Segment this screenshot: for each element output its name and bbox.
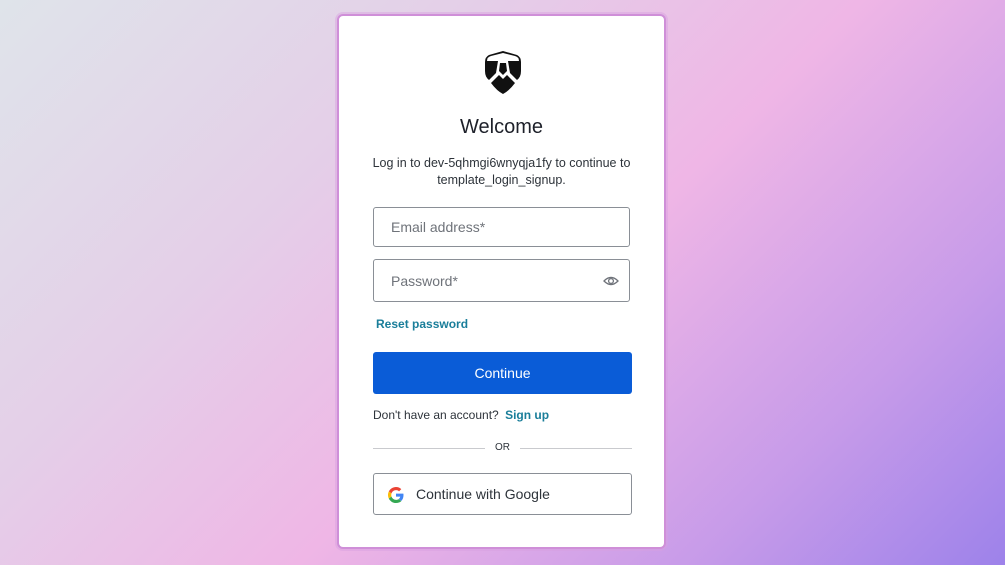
password-input[interactable] (374, 260, 591, 301)
continue-button[interactable]: Continue (373, 352, 632, 394)
email-input[interactable] (374, 208, 591, 246)
login-card: Welcome Log in to dev-5qhmgi6wnyqja1fy t… (337, 14, 666, 549)
reset-password-link[interactable]: Reset password (376, 317, 468, 331)
signup-row: Don't have an account? Sign up (373, 408, 549, 422)
divider-line-right (520, 448, 632, 449)
page-title: Welcome (460, 116, 543, 138)
google-button-label: Continue with Google (416, 486, 550, 502)
signup-prompt: Don't have an account? (373, 408, 499, 422)
shield-logo-icon (485, 51, 521, 94)
continue-with-google-button[interactable]: Continue with Google (373, 473, 632, 515)
signup-link[interactable]: Sign up (505, 408, 549, 422)
password-field[interactable] (373, 259, 630, 302)
or-divider: OR (373, 441, 632, 455)
eye-icon[interactable] (603, 273, 619, 289)
login-subtitle: Log in to dev-5qhmgi6wnyqja1fy to contin… (372, 156, 631, 187)
email-field[interactable] (373, 207, 630, 247)
google-g-icon (388, 487, 404, 503)
